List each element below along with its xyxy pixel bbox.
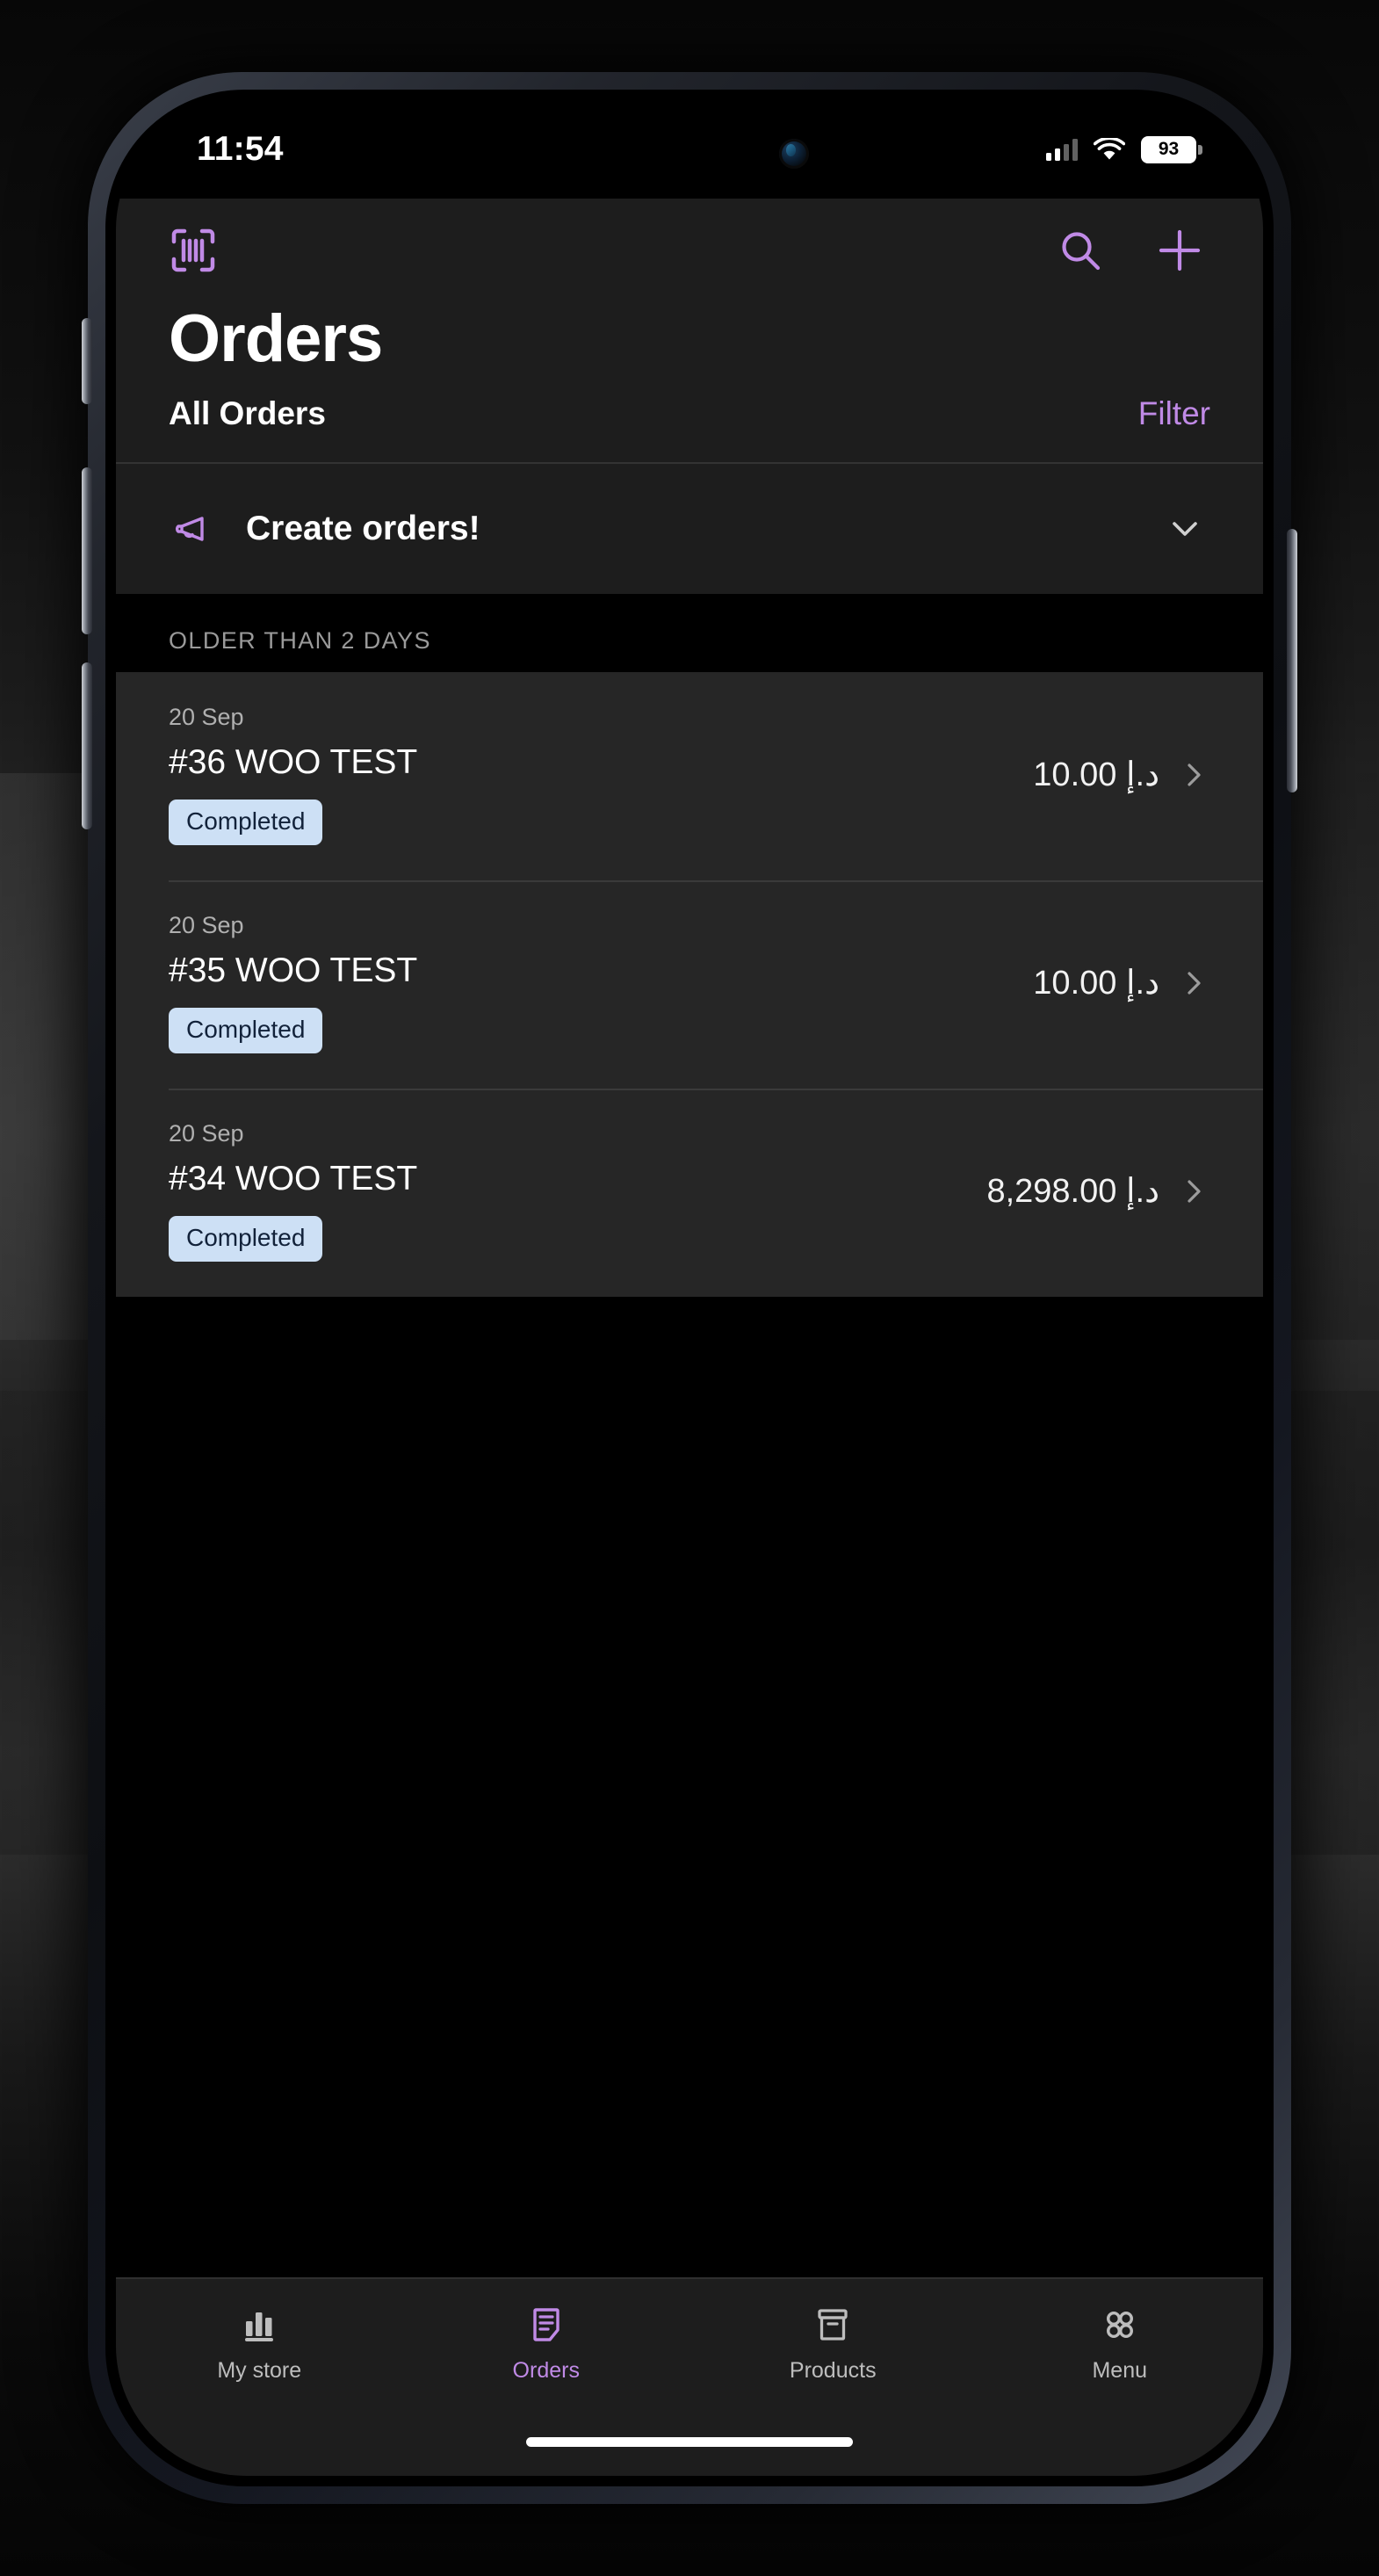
tab-label: Menu — [1092, 2357, 1148, 2383]
tab-label: My store — [217, 2357, 302, 2383]
order-amount-wrap: 10.00 د.إ — [1033, 704, 1209, 794]
phone-device: 11:54 93 Orders All Orders Filter Create… — [82, 72, 1297, 2504]
order-amount-wrap: 10.00 د.إ — [1033, 912, 1209, 1002]
order-total: 8,298.00 د.إ — [986, 1173, 1159, 1210]
nav-actions — [1056, 226, 1203, 275]
order-total: 10.00 د.إ — [1033, 965, 1159, 1002]
front-camera-icon — [779, 139, 809, 169]
home-indicator[interactable] — [526, 2436, 853, 2447]
order-info: 20 Sep #35 WOO TEST Completed — [169, 912, 1033, 1053]
order-name: #36 WOO TEST — [169, 743, 418, 781]
home-indicator-area — [116, 2407, 1263, 2476]
status-badge: Completed — [169, 800, 323, 845]
battery-icon: 93 — [1141, 135, 1202, 163]
status-badge: Completed — [169, 1216, 323, 1262]
page-title-wrap: Orders — [116, 302, 1263, 395]
receipt-icon — [525, 2304, 567, 2346]
barcode-scan-icon[interactable] — [169, 226, 218, 275]
app-nav-bar — [116, 199, 1263, 302]
chevron-right-icon — [1179, 1176, 1209, 1206]
chevron-right-icon — [1179, 968, 1209, 998]
tab-label: Orders — [512, 2357, 580, 2383]
segment-all-orders[interactable]: All Orders — [169, 395, 326, 432]
filter-button[interactable]: Filter — [1138, 395, 1210, 432]
bar-chart-icon — [238, 2304, 280, 2346]
order-info: 20 Sep #36 WOO TEST Completed — [169, 704, 1033, 845]
banner-title: Create orders! — [246, 510, 480, 547]
phone-bezel: 11:54 93 Orders All Orders Filter Create… — [105, 90, 1274, 2486]
order-total: 10.00 د.إ — [1033, 756, 1159, 793]
table-row[interactable]: 20 Sep #36 WOO TEST Completed 10.00 د.إ — [116, 672, 1263, 880]
status-indicators: 93 — [1046, 135, 1202, 163]
tab-products[interactable]: Products — [690, 2304, 977, 2384]
silence-switch[interactable] — [82, 318, 92, 404]
table-row[interactable]: 20 Sep #35 WOO TEST Completed 10.00 د.إ — [116, 880, 1263, 1089]
volume-up-button[interactable] — [82, 467, 92, 634]
plus-icon[interactable] — [1156, 227, 1203, 274]
tab-my-store[interactable]: My store — [116, 2304, 403, 2384]
chevron-right-icon — [1179, 760, 1209, 790]
table-row[interactable]: 20 Sep #34 WOO TEST Completed 8,298.00 د… — [116, 1089, 1263, 1297]
tab-menu[interactable]: Menu — [977, 2304, 1264, 2384]
grid-circles-icon — [1099, 2304, 1141, 2346]
order-amount-wrap: 8,298.00 د.إ — [986, 1120, 1209, 1211]
power-button[interactable] — [1287, 529, 1297, 792]
app-content: Orders All Orders Filter Create orders! … — [116, 199, 1263, 2476]
status-time: 11:54 — [197, 130, 284, 168]
wifi-icon — [1094, 137, 1125, 162]
chevron-down-icon[interactable] — [1165, 509, 1205, 549]
order-name: #35 WOO TEST — [169, 952, 418, 989]
order-date: 20 Sep — [169, 912, 244, 938]
bottom-tab-bar: My store Orders Products Menu — [116, 2277, 1263, 2407]
create-orders-banner[interactable]: Create orders! — [116, 462, 1263, 594]
tab-label: Products — [789, 2357, 877, 2383]
phone-screen: 11:54 93 Orders All Orders Filter Create… — [116, 100, 1263, 2476]
volume-down-button[interactable] — [82, 662, 92, 829]
order-name: #34 WOO TEST — [169, 1160, 418, 1198]
cellular-bars-icon — [1046, 138, 1078, 161]
page-title: Orders — [169, 301, 383, 376]
status-badge: Completed — [169, 1008, 323, 1053]
order-date: 20 Sep — [169, 1120, 244, 1147]
order-date: 20 Sep — [169, 704, 244, 730]
battery-percent: 93 — [1158, 139, 1180, 159]
list-empty-space — [116, 1297, 1263, 2277]
section-header: OLDER THAN 2 DAYS — [116, 594, 1263, 672]
archive-box-icon — [812, 2304, 854, 2346]
search-icon[interactable] — [1056, 226, 1105, 275]
order-info: 20 Sep #34 WOO TEST Completed — [169, 1120, 986, 1262]
megaphone-icon — [170, 510, 209, 548]
orders-list: 20 Sep #36 WOO TEST Completed 10.00 د.إ — [116, 672, 1263, 1297]
display-notch — [505, 100, 874, 199]
orders-filter-row: All Orders Filter — [116, 395, 1263, 462]
tab-orders[interactable]: Orders — [403, 2304, 690, 2384]
